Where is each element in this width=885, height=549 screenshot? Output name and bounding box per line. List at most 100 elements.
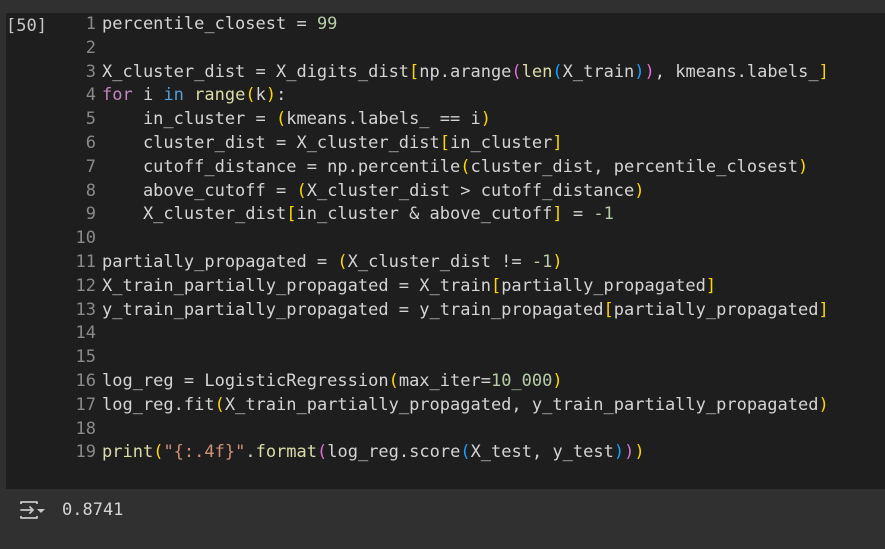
line-number: 2 — [85, 37, 96, 58]
code-token: partially_propagated = — [102, 251, 338, 272]
line-number: 9 — [85, 204, 96, 225]
cell-output: 0.8741 — [0, 489, 885, 533]
code-token: k — [255, 85, 266, 106]
line-source: X_cluster_dist[in_cluster & above_cutoff… — [102, 203, 614, 227]
code-token: y_train_partially_propagated = y_train_p… — [102, 299, 604, 320]
code-token: for — [102, 85, 133, 106]
line-number: 7 — [85, 156, 96, 177]
code-token: ( — [245, 85, 256, 106]
code-token: X_cluster_dist != — [347, 251, 532, 272]
line-source: percentile_closest = 99 — [102, 13, 337, 37]
code-token: max_iter= — [398, 370, 491, 391]
code-token: range — [194, 85, 246, 106]
code-token: ( — [460, 442, 471, 463]
code-token: ) — [265, 85, 277, 106]
code-token: cutoff_distance = np.percentile — [102, 156, 461, 177]
code-token: X_train_partially_propagated = X_train — [102, 275, 491, 296]
line-number: 17 — [75, 394, 96, 415]
code-token: ) — [552, 251, 563, 272]
line-number: 12 — [75, 275, 96, 296]
line-source: cluster_dist = X_cluster_dist[in_cluster… — [102, 132, 563, 156]
code-token: len — [521, 61, 553, 82]
code-token: ( — [460, 156, 471, 177]
code-token: ( — [337, 251, 348, 272]
line-source: log_reg.fit(X_train_partially_propagated… — [102, 394, 829, 418]
line-source: partially_propagated = (X_cluster_dist !… — [102, 251, 563, 275]
code-token: format — [255, 442, 317, 463]
code-token: ( — [276, 109, 287, 130]
code-token: -1 — [593, 204, 614, 225]
code-token: ] — [552, 132, 563, 153]
line-number: 5 — [85, 109, 96, 130]
code-token: above_cutoff = — [102, 180, 297, 201]
code-token: in — [163, 85, 184, 106]
code-token: ) — [644, 61, 655, 82]
line-source: print("{:.4f}".format(log_reg.score(X_te… — [102, 441, 645, 465]
code-token: ] — [818, 61, 829, 82]
code-token: ) — [624, 442, 635, 463]
line-number: 10 — [75, 228, 96, 249]
code-token: log_reg = LogisticRegression — [102, 370, 389, 391]
code-token: ] — [552, 204, 563, 225]
output-text: 0.8741 — [62, 500, 124, 520]
line-number: 1 — [85, 14, 96, 34]
code-token: 10_000 — [490, 370, 553, 391]
code-token: in_cluster = — [102, 109, 276, 130]
code-token: [ — [439, 132, 451, 153]
code-token: ( — [552, 61, 563, 82]
line-source: above_cutoff = (X_cluster_dist > cutoff_… — [102, 180, 645, 204]
line-source: cutoff_distance = np.percentile(cluster_… — [102, 156, 808, 180]
code-token: ( — [214, 394, 225, 415]
code-token: in_cluster — [450, 132, 553, 153]
code-token: log_reg.fit — [102, 394, 215, 415]
line-number: 4 — [85, 85, 96, 106]
code-token: , kmeans.labels_ — [654, 61, 819, 82]
code-token: in_cluster & above_cutoff — [296, 204, 553, 225]
line-number: 19 — [75, 442, 96, 463]
code-token: kmeans.labels_ == i — [286, 109, 481, 130]
code-token: [ — [409, 61, 420, 82]
code-token: . — [245, 442, 256, 463]
code-token: ) — [480, 109, 491, 130]
code-token: ) — [634, 61, 645, 82]
code-token: ] — [705, 275, 717, 296]
code-token: [ — [286, 204, 297, 225]
code-token: ( — [296, 180, 307, 201]
code-token: "{:.4f}" — [163, 442, 246, 463]
code-token: ( — [153, 442, 164, 463]
code-token: : — [276, 85, 287, 106]
output-toggle-icon[interactable] — [18, 499, 46, 521]
code-token: X_test, y_test — [470, 442, 614, 463]
line-number: 14 — [75, 323, 96, 344]
code-token: ( — [317, 442, 328, 463]
line-number: 11 — [75, 251, 96, 272]
code-token: [ — [603, 299, 614, 320]
code-token: ( — [511, 61, 522, 82]
code-token: X_train_partially_propagated, y_train_pa… — [224, 394, 819, 415]
code-token: ) — [552, 370, 563, 391]
code-token: ) — [798, 156, 809, 177]
code-token: ) — [634, 442, 645, 463]
code-token: partially_propagated — [613, 299, 819, 320]
line-source: log_reg = LogisticRegression(max_iter=10… — [102, 370, 563, 394]
execution-count: [50] — [6, 16, 47, 36]
code-token: X_cluster_dist = X_digits_dist — [102, 61, 410, 82]
code-token: [ — [490, 275, 502, 296]
code-token: np.arange — [419, 61, 512, 82]
line-number: 16 — [75, 370, 96, 391]
line-source: X_train_partially_propagated = X_train[p… — [102, 275, 716, 299]
line-number: 13 — [75, 299, 96, 320]
line-source: in_cluster = (kmeans.labels_ == i) — [102, 108, 491, 132]
code-token: X_train — [562, 61, 635, 82]
line-number: 15 — [75, 347, 96, 368]
code-token: ) — [634, 180, 645, 201]
code-token: 99 — [316, 14, 338, 34]
line-source: for i in range(k): — [102, 84, 286, 108]
code-token: = — [562, 204, 594, 225]
line-number: 6 — [85, 132, 96, 153]
code-token: cluster_dist, percentile_closest — [470, 156, 798, 177]
code-token: ) — [818, 394, 829, 415]
code-token: -1 — [531, 251, 553, 272]
code-token: i — [132, 85, 164, 106]
